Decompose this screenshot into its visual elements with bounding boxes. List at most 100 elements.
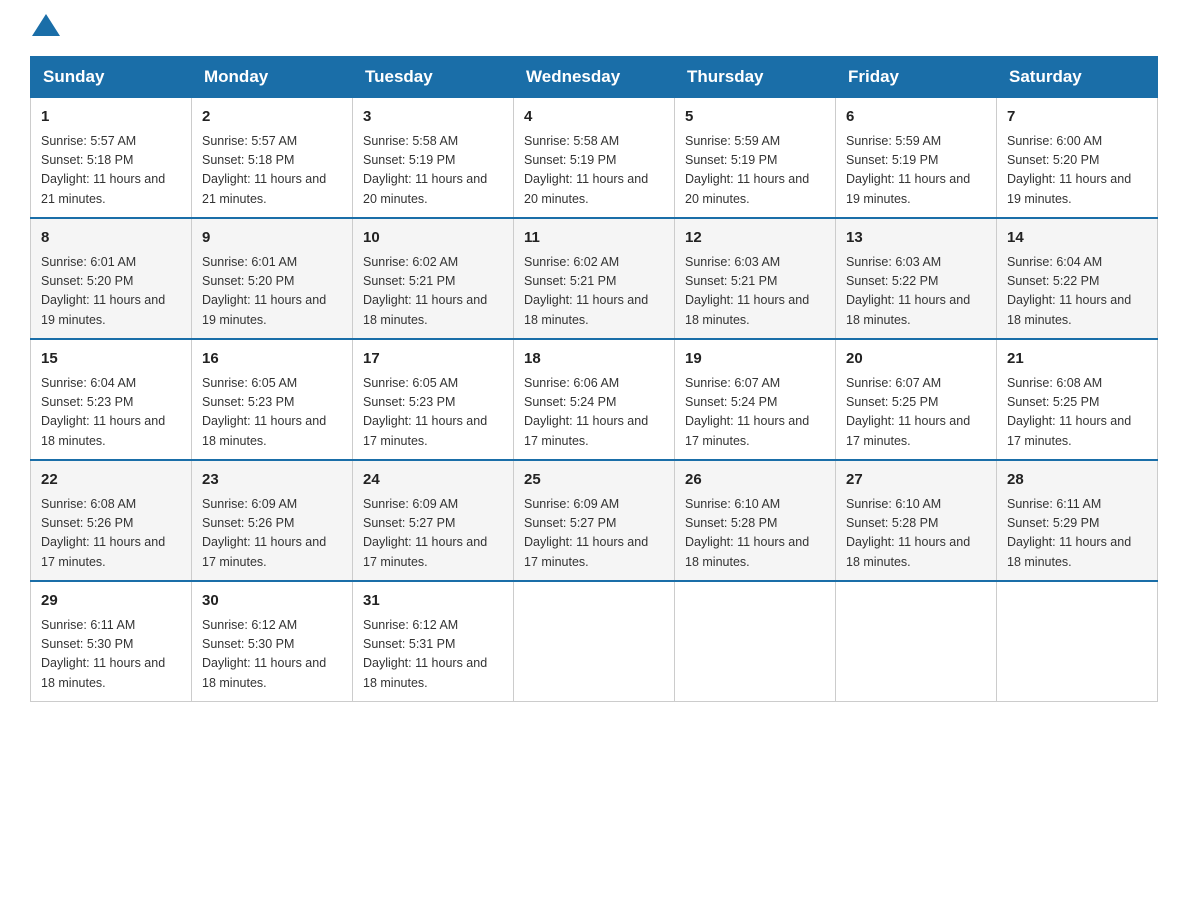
day-number: 18 (524, 348, 664, 371)
day-number: 24 (363, 469, 503, 492)
day-number: 19 (685, 348, 825, 371)
calendar-day-cell: 31 Sunrise: 6:12 AMSunset: 5:31 PMDayligh… (353, 581, 514, 702)
calendar-week-row: 15 Sunrise: 6:04 AMSunset: 5:23 PMDayligh… (31, 339, 1158, 460)
day-info: Sunrise: 6:09 AMSunset: 5:27 PMDaylight:… (363, 495, 503, 573)
calendar-day-cell: 9 Sunrise: 6:01 AMSunset: 5:20 PMDaylight… (192, 218, 353, 339)
day-number: 20 (846, 348, 986, 371)
day-number: 23 (202, 469, 342, 492)
calendar-day-cell: 2 Sunrise: 5:57 AMSunset: 5:18 PMDaylight… (192, 98, 353, 219)
weekday-header-monday: Monday (192, 57, 353, 98)
day-info: Sunrise: 6:03 AMSunset: 5:21 PMDaylight:… (685, 253, 825, 331)
day-number: 5 (685, 106, 825, 129)
calendar-day-cell: 14 Sunrise: 6:04 AMSunset: 5:22 PMDayligh… (997, 218, 1158, 339)
calendar-day-cell: 10Sunrise: 6:02 AMSunset: 5:21 PMDayligh… (353, 218, 514, 339)
calendar-day-cell: 16 Sunrise: 6:05 AMSunset: 5:23 PMDayligh… (192, 339, 353, 460)
day-number: 14 (1007, 227, 1147, 250)
day-info: Sunrise: 6:11 AMSunset: 5:30 PMDaylight:… (41, 616, 181, 694)
day-number: 6 (846, 106, 986, 129)
calendar-day-cell: 27Sunrise: 6:10 AMSunset: 5:28 PMDayligh… (836, 460, 997, 581)
day-number: 3 (363, 106, 503, 129)
calendar-day-cell: 8 Sunrise: 6:01 AMSunset: 5:20 PMDaylight… (31, 218, 192, 339)
logo-triangle-icon (32, 14, 60, 36)
day-number: 31 (363, 590, 503, 613)
calendar-day-cell (997, 581, 1158, 702)
calendar-day-cell: 21 Sunrise: 6:08 AMSunset: 5:25 PMDayligh… (997, 339, 1158, 460)
calendar-day-cell: 18 Sunrise: 6:06 AMSunset: 5:24 PMDayligh… (514, 339, 675, 460)
day-number: 9 (202, 227, 342, 250)
calendar-day-cell (675, 581, 836, 702)
calendar-day-cell: 12Sunrise: 6:03 AMSunset: 5:21 PMDayligh… (675, 218, 836, 339)
logo-text (30, 20, 60, 36)
day-info: Sunrise: 6:09 AMSunset: 5:26 PMDaylight:… (202, 495, 342, 573)
day-info: Sunrise: 6:05 AMSunset: 5:23 PMDaylight:… (202, 374, 342, 452)
calendar-day-cell: 29 Sunrise: 6:11 AMSunset: 5:30 PMDayligh… (31, 581, 192, 702)
day-info: Sunrise: 5:57 AMSunset: 5:18 PMDaylight:… (41, 132, 181, 210)
day-info: Sunrise: 6:12 AMSunset: 5:30 PMDaylight:… (202, 616, 342, 694)
calendar-day-cell: 6 Sunrise: 5:59 AMSunset: 5:19 PMDaylight… (836, 98, 997, 219)
day-number: 29 (41, 590, 181, 613)
calendar-day-cell: 19 Sunrise: 6:07 AMSunset: 5:24 PMDayligh… (675, 339, 836, 460)
day-number: 28 (1007, 469, 1147, 492)
weekday-header-friday: Friday (836, 57, 997, 98)
calendar-day-cell: 4 Sunrise: 5:58 AMSunset: 5:19 PMDaylight… (514, 98, 675, 219)
day-info: Sunrise: 6:06 AMSunset: 5:24 PMDaylight:… (524, 374, 664, 452)
calendar-day-cell: 7 Sunrise: 6:00 AMSunset: 5:20 PMDaylight… (997, 98, 1158, 219)
day-info: Sunrise: 6:07 AMSunset: 5:24 PMDaylight:… (685, 374, 825, 452)
day-info: Sunrise: 6:04 AMSunset: 5:23 PMDaylight:… (41, 374, 181, 452)
day-number: 16 (202, 348, 342, 371)
day-info: Sunrise: 6:04 AMSunset: 5:22 PMDaylight:… (1007, 253, 1147, 331)
calendar-day-cell (836, 581, 997, 702)
calendar-table: SundayMondayTuesdayWednesdayThursdayFrid… (30, 56, 1158, 702)
day-number: 4 (524, 106, 664, 129)
calendar-day-cell (514, 581, 675, 702)
page-header (30, 20, 1158, 36)
calendar-day-cell: 28 Sunrise: 6:11 AMSunset: 5:29 PMDayligh… (997, 460, 1158, 581)
calendar-day-cell: 15 Sunrise: 6:04 AMSunset: 5:23 PMDayligh… (31, 339, 192, 460)
calendar-day-cell: 17Sunrise: 6:05 AMSunset: 5:23 PMDayligh… (353, 339, 514, 460)
day-info: Sunrise: 6:07 AMSunset: 5:25 PMDaylight:… (846, 374, 986, 452)
day-info: Sunrise: 6:01 AMSunset: 5:20 PMDaylight:… (41, 253, 181, 331)
day-info: Sunrise: 6:05 AMSunset: 5:23 PMDaylight:… (363, 374, 503, 452)
day-info: Sunrise: 5:57 AMSunset: 5:18 PMDaylight:… (202, 132, 342, 210)
calendar-week-row: 1 Sunrise: 5:57 AMSunset: 5:18 PMDaylight… (31, 98, 1158, 219)
calendar-day-cell: 13 Sunrise: 6:03 AMSunset: 5:22 PMDayligh… (836, 218, 997, 339)
calendar-day-cell: 5 Sunrise: 5:59 AMSunset: 5:19 PMDaylight… (675, 98, 836, 219)
day-number: 22 (41, 469, 181, 492)
day-number: 8 (41, 227, 181, 250)
day-info: Sunrise: 6:09 AMSunset: 5:27 PMDaylight:… (524, 495, 664, 573)
calendar-day-cell: 30Sunrise: 6:12 AMSunset: 5:30 PMDayligh… (192, 581, 353, 702)
calendar-day-cell: 22 Sunrise: 6:08 AMSunset: 5:26 PMDayligh… (31, 460, 192, 581)
day-info: Sunrise: 5:59 AMSunset: 5:19 PMDaylight:… (685, 132, 825, 210)
day-number: 26 (685, 469, 825, 492)
day-info: Sunrise: 5:59 AMSunset: 5:19 PMDaylight:… (846, 132, 986, 210)
day-info: Sunrise: 6:03 AMSunset: 5:22 PMDaylight:… (846, 253, 986, 331)
day-info: Sunrise: 6:00 AMSunset: 5:20 PMDaylight:… (1007, 132, 1147, 210)
calendar-day-cell: 3 Sunrise: 5:58 AMSunset: 5:19 PMDaylight… (353, 98, 514, 219)
day-info: Sunrise: 5:58 AMSunset: 5:19 PMDaylight:… (524, 132, 664, 210)
day-number: 1 (41, 106, 181, 129)
day-info: Sunrise: 6:08 AMSunset: 5:25 PMDaylight:… (1007, 374, 1147, 452)
day-info: Sunrise: 6:11 AMSunset: 5:29 PMDaylight:… (1007, 495, 1147, 573)
weekday-header-saturday: Saturday (997, 57, 1158, 98)
weekday-header-tuesday: Tuesday (353, 57, 514, 98)
weekday-header-sunday: Sunday (31, 57, 192, 98)
weekday-header-wednesday: Wednesday (514, 57, 675, 98)
day-number: 27 (846, 469, 986, 492)
day-number: 2 (202, 106, 342, 129)
day-info: Sunrise: 6:01 AMSunset: 5:20 PMDaylight:… (202, 253, 342, 331)
day-number: 11 (524, 227, 664, 250)
day-info: Sunrise: 6:02 AMSunset: 5:21 PMDaylight:… (524, 253, 664, 331)
calendar-day-cell: 26Sunrise: 6:10 AMSunset: 5:28 PMDayligh… (675, 460, 836, 581)
calendar-header-row: SundayMondayTuesdayWednesdayThursdayFrid… (31, 57, 1158, 98)
calendar-week-row: 29 Sunrise: 6:11 AMSunset: 5:30 PMDayligh… (31, 581, 1158, 702)
day-info: Sunrise: 6:08 AMSunset: 5:26 PMDaylight:… (41, 495, 181, 573)
calendar-day-cell: 1 Sunrise: 5:57 AMSunset: 5:18 PMDaylight… (31, 98, 192, 219)
day-info: Sunrise: 5:58 AMSunset: 5:19 PMDaylight:… (363, 132, 503, 210)
day-number: 13 (846, 227, 986, 250)
day-number: 7 (1007, 106, 1147, 129)
day-number: 21 (1007, 348, 1147, 371)
calendar-day-cell: 23 Sunrise: 6:09 AMSunset: 5:26 PMDayligh… (192, 460, 353, 581)
day-info: Sunrise: 6:02 AMSunset: 5:21 PMDaylight:… (363, 253, 503, 331)
day-info: Sunrise: 6:12 AMSunset: 5:31 PMDaylight:… (363, 616, 503, 694)
day-number: 15 (41, 348, 181, 371)
